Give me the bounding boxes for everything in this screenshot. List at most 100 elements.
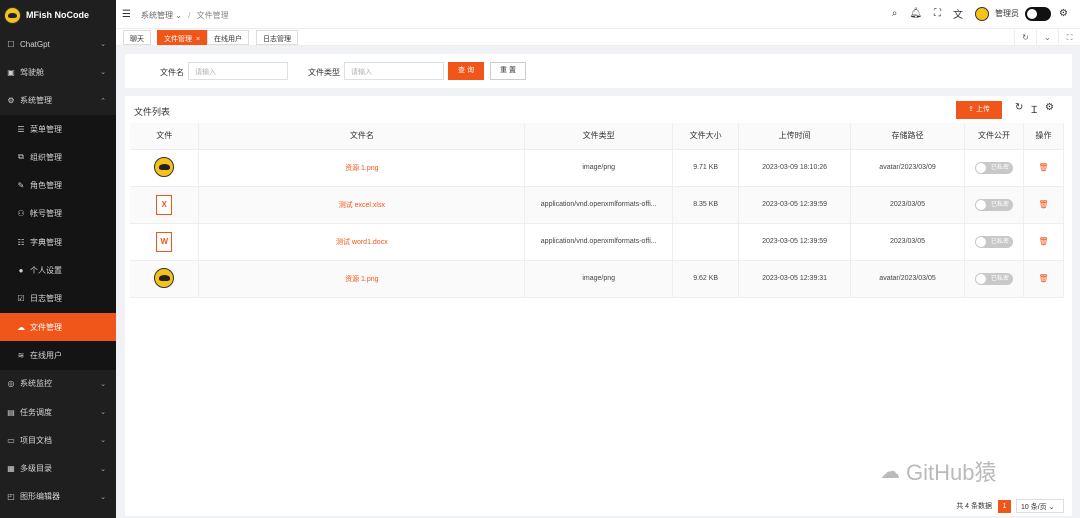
file-size-cell — [672, 223, 740, 261]
delete-icon[interactable]: 🗑︎ — [1038, 163, 1048, 172]
chevron-down-icon: ⌄ — [100, 69, 106, 77]
menu-collapse-icon[interactable]: ☰ — [122, 9, 131, 20]
page-button-current[interactable]: 1 — [998, 499, 1011, 513]
file-name-cell[interactable]: 资源 1.png — [198, 149, 526, 187]
sidebar-item-user[interactable]: ● 个人设置 — [0, 256, 116, 285]
breadcrumb-item[interactable]: 系统管理 — [141, 11, 173, 20]
translate-icon[interactable]: 文 — [953, 6, 963, 21]
storage-path-cell-text: avatar/2023/03/09 — [879, 164, 936, 171]
sidebar-item-folder[interactable]: ☁ 文件管理 — [0, 312, 116, 342]
filename-input[interactable]: 请输入 — [188, 62, 288, 80]
sidebar-item-org[interactable]: ⧉ 组织管理 — [0, 143, 116, 172]
sidebar-item-log[interactable]: ☑ 日志管理 — [0, 284, 116, 313]
file-type-cell-text: application/vnd.openxmlformats-offi... — [540, 238, 657, 245]
upload-label: 上传 — [975, 106, 990, 113]
expand-icon[interactable]: ⛶ — [1058, 29, 1080, 46]
pagination: 共 4 条数据 1 10 条/页 ⌄ — [956, 499, 1064, 513]
delete-icon[interactable]: 🗑︎ — [1038, 200, 1048, 209]
delete-icon[interactable]: 🗑︎ — [1038, 237, 1048, 246]
sidebar-item-dictionary[interactable]: ☷ 字典管理 — [0, 228, 116, 257]
filetype-input[interactable]: 请输入 — [344, 62, 444, 80]
tabs-bar: 聊天 文件管理 × 在线用户 日志管理 ↻ ⌄ ⛶ — [116, 29, 1080, 46]
column-header: 文件大小 — [672, 123, 740, 150]
tab-chat[interactable]: 聊天 — [123, 30, 151, 45]
public-toggle[interactable]: 已私密 — [974, 198, 1013, 211]
public-toggle[interactable]: 已私密 — [974, 161, 1013, 174]
tab-file-management[interactable]: 文件管理 × — [157, 30, 208, 45]
upload-time-cell-text: 2023-03-05 12:39:59 — [762, 238, 828, 245]
column-header: 文件 — [130, 123, 200, 150]
close-icon[interactable]: × — [196, 36, 200, 43]
search-button[interactable]: 查 询 — [448, 62, 484, 80]
page-size-select[interactable]: 10 条/页 ⌄ — [1016, 499, 1064, 513]
tab-log-management[interactable]: 日志管理 — [256, 30, 298, 45]
upload-time-cell: 2023-03-09 18:10:26 — [738, 149, 852, 187]
file-name-cell-text[interactable]: 资源 1.png — [345, 276, 378, 283]
folder-icon: ☁ — [17, 322, 25, 332]
sidebar-item-users[interactable]: ⚇ 帐号管理 — [0, 199, 116, 229]
fullscreen-icon[interactable]: ⛶ — [934, 8, 941, 19]
settings-icon[interactable]: ⚙ — [1059, 8, 1068, 19]
sidebar-item-cockpit[interactable]: ▣ 驾驶舱 ⌄ — [0, 58, 116, 86]
table-tools: ↻ Ɪ ⚙ — [1015, 102, 1062, 116]
sidebar-item-chat[interactable]: ☐ ChatGpt ⌄ — [0, 30, 116, 58]
top-header: ☰ 系统管理 ⌄ / 文件管理 ⌕ 🔔︎ ⛶ 文 管理员 ☾ ⚙ — [116, 0, 1080, 29]
table-header-row: 文件 文件名 文件类型 文件大小 上传时间 存储路径 文件公开 操作 — [130, 123, 1065, 150]
sidebar-item-graph[interactable]: ◰ 图形编辑器 ⌄ — [0, 483, 116, 511]
sidebar-item-label: 角色管理 — [30, 181, 62, 191]
breadcrumb-dropdown-icon[interactable]: ⌄ — [175, 11, 182, 20]
upload-time-cell: 2023-03-05 12:39:59 — [738, 223, 852, 261]
file-type-cell: image/png — [524, 149, 674, 187]
file-name-cell[interactable]: 测试 word1.docx — [198, 223, 526, 261]
action-cell: 🗑︎ — [1023, 186, 1065, 224]
storage-path-cell: 2023/03/05 — [850, 223, 965, 261]
file-name-cell[interactable]: 测试 excel.xlsx — [198, 186, 526, 224]
upload-button[interactable]: ⇪ 上传 — [956, 101, 1002, 119]
sidebar-item-schedule[interactable]: ▤ 任务调度 ⌄ — [0, 398, 116, 426]
file-name-cell-text[interactable]: 资源 1.png — [345, 165, 378, 172]
search-icon[interactable]: ⌕ — [892, 8, 898, 19]
admin-name[interactable]: 管理员 — [995, 8, 1019, 19]
image-thumbnail[interactable] — [154, 267, 175, 288]
file-type-cell-text: image/png — [582, 275, 616, 282]
table-row: 资源 1.png image/png 9.62 KB 2023-03-05 12:39… — [130, 260, 1065, 298]
sidebar-item-role[interactable]: ✎ 角色管理 — [0, 171, 116, 200]
public-toggle[interactable]: 已私密 — [974, 235, 1013, 248]
upload-time-cell-text: 2023-03-05 12:39:59 — [762, 201, 828, 208]
wechat-icon: ☁ — [880, 460, 900, 483]
sidebar-item-wifi[interactable]: ≋ 在线用户 — [0, 341, 116, 370]
refresh-icon[interactable]: ↻ — [1014, 29, 1036, 46]
chevron-down-icon[interactable]: ⌄ — [1036, 29, 1058, 46]
sidebar-item-label: ChatGpt — [20, 39, 50, 49]
sidebar-item-tree[interactable]: ▦ 多级目录 ⌄ — [0, 454, 116, 482]
tab-online-users[interactable]: 在线用户 — [207, 30, 249, 45]
sidebar-item-gear[interactable]: ⚙ 系统管理 ⌃ — [0, 87, 116, 115]
file-name-cell-text[interactable]: 测试 word1.docx — [336, 239, 388, 246]
settings-icon[interactable]: ⚙ — [1045, 102, 1054, 116]
sidebar-item-monitor[interactable]: ◎ 系统监控 ⌄ — [0, 370, 116, 398]
reset-button[interactable]: 重 置 — [490, 62, 526, 80]
file-name-cell-text[interactable]: 测试 excel.xlsx — [339, 202, 385, 209]
filename-label: 文件名 — [160, 68, 184, 77]
avatar[interactable] — [975, 6, 990, 21]
bell-icon[interactable]: 🔔︎ — [909, 8, 922, 19]
file-name-cell[interactable]: 资源 1.png — [198, 260, 526, 298]
theme-toggle[interactable]: ☾ — [1025, 6, 1052, 21]
breadcrumb: 系统管理 ⌄ / 文件管理 — [141, 10, 229, 21]
chevron-down-icon: ⌄ — [100, 41, 106, 49]
gear-icon: ⚙ — [7, 96, 15, 106]
chat-icon: ☐ — [7, 39, 15, 49]
column-height-icon[interactable]: Ɪ — [1031, 102, 1037, 116]
file-type-cell: application/vnd.openxmlformats-offi... — [524, 186, 674, 224]
sidebar-item-menu[interactable]: ☰ 菜单管理 — [0, 114, 116, 144]
image-thumbnail[interactable] — [154, 156, 175, 177]
users-icon: ⚇ — [17, 209, 25, 219]
refresh-icon[interactable]: ↻ — [1015, 102, 1023, 116]
public-toggle[interactable]: 已私密 — [974, 272, 1013, 285]
sidebar-item-docs[interactable]: ▭ 项目文档 ⌄ — [0, 426, 116, 454]
app-logo[interactable]: MFish NoCode — [0, 0, 116, 30]
action-cell: 🗑︎ — [1023, 149, 1065, 187]
sidebar-item-label: 系统管理 — [20, 96, 52, 106]
delete-icon[interactable]: 🗑︎ — [1038, 274, 1048, 283]
log-icon: ☑ — [17, 294, 25, 304]
